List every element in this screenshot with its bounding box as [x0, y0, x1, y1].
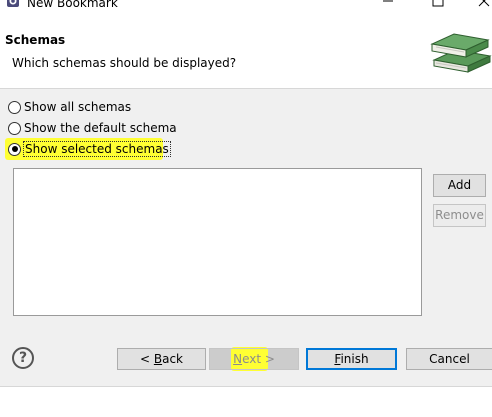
close-icon[interactable]	[477, 0, 491, 8]
new-bookmark-dialog: New Bookmark Schemas Which schemas shoul…	[0, 0, 492, 417]
title-bar: New Bookmark	[0, 0, 492, 13]
help-icon[interactable]: ?	[12, 347, 34, 369]
cancel-button[interactable]: Cancel	[406, 348, 492, 370]
page-description: Which schemas should be displayed?	[12, 56, 237, 70]
radio-button[interactable]	[8, 142, 21, 156]
back-button[interactable]: < Back	[117, 348, 206, 370]
back-button-prefix: <	[139, 352, 154, 366]
window-title: New Bookmark	[27, 0, 118, 10]
radio-button[interactable]	[8, 100, 21, 114]
next-button-mnemonic: N	[233, 352, 243, 366]
back-button-label: ack	[162, 352, 183, 366]
finish-button[interactable]: Finish	[306, 348, 397, 370]
window-bottom	[0, 387, 492, 417]
back-button-mnemonic: B	[153, 352, 163, 366]
radio-label: Show selected schemas	[23, 141, 171, 157]
remove-button: Remove	[433, 204, 486, 227]
radio-show-default-schema[interactable]: Show the default schema	[8, 119, 177, 137]
maximize-icon[interactable]	[431, 0, 445, 8]
next-button-label: ext >	[242, 352, 275, 366]
wizard-footer: ? < Back Next > Finish Cancel	[0, 327, 492, 387]
finish-button-label: inish	[340, 352, 369, 366]
schema-list[interactable]	[13, 168, 422, 316]
app-icon	[7, 0, 19, 7]
radio-label: Show the default schema	[24, 121, 177, 135]
radio-label: Show all schemas	[24, 100, 132, 114]
wizard-body: Show all schemas Show the default schema…	[0, 89, 492, 386]
minimize-icon[interactable]	[381, 0, 395, 8]
radio-show-all-schemas[interactable]: Show all schemas	[8, 98, 131, 116]
add-button[interactable]: Add	[433, 174, 486, 197]
radio-show-selected-schemas[interactable]: Show selected schemas	[8, 140, 171, 158]
next-button: Next >	[209, 348, 299, 370]
wizard-header: Schemas Which schemas should be displaye…	[0, 13, 492, 88]
radio-button[interactable]	[8, 121, 21, 135]
page-title: Schemas	[5, 33, 66, 47]
books-icon	[430, 33, 492, 73]
